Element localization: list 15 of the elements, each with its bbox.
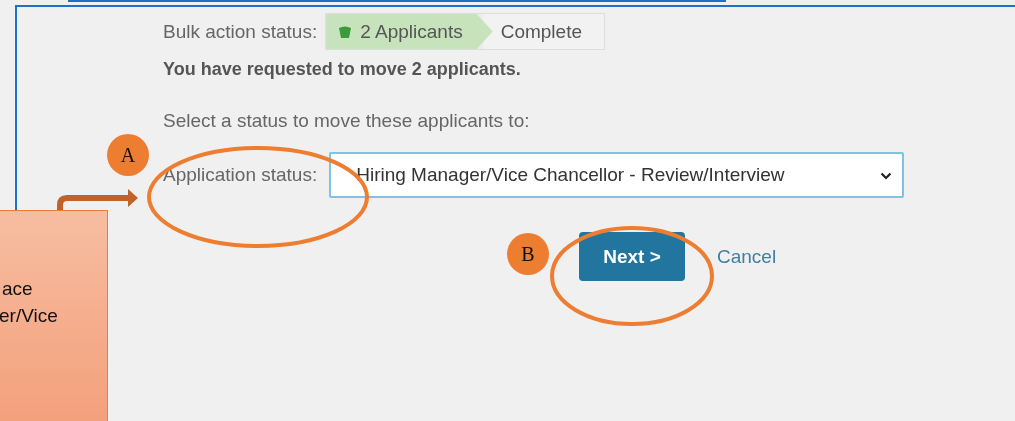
status-select[interactable]: Hiring Manager/Vice Chancellor - Review/Interview <box>329 152 905 198</box>
progress-step: Complete <box>482 14 604 49</box>
field-label: Application status: <box>163 164 318 186</box>
progress-step: 2 Applicants <box>326 14 493 49</box>
callout-text: ace <box>1 277 33 301</box>
marker-badge: B <box>507 233 549 275</box>
next-button[interactable]: Next > <box>579 232 685 281</box>
marker-badge: A <box>107 134 149 176</box>
cancel-link[interactable]: Cancel <box>717 245 777 268</box>
bucket-icon <box>338 24 353 39</box>
callout-text: er/Vice <box>0 304 58 328</box>
bulk-status-label: Bulk action status: <box>163 20 318 43</box>
prompt-text: Select a status to move these applicants to: <box>163 110 531 132</box>
request-message: You have requested to move 2 applicants. <box>163 59 522 80</box>
caret-icon <box>880 172 893 180</box>
